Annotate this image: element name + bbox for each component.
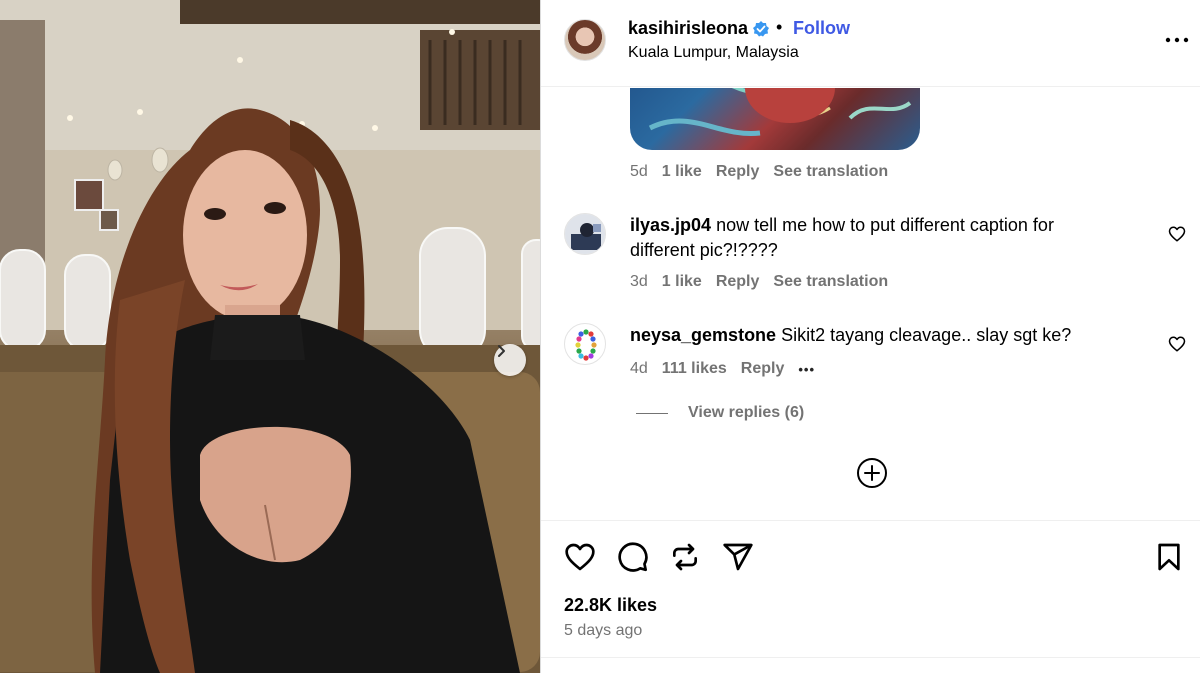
comment-sticker-image (630, 88, 920, 150)
comment-icon[interactable] (617, 541, 649, 573)
view-replies-divider (636, 412, 668, 414)
bookmark-icon[interactable] (1153, 541, 1185, 573)
comment-reply-button[interactable]: Reply (716, 273, 760, 291)
comment-body: ilyas.jp04 now tell me how to put differ… (630, 213, 1100, 263)
comments-list[interactable]: 5d 1 like Reply See translation ilyas.jp… (541, 88, 1200, 520)
share-icon[interactable] (722, 541, 754, 573)
author-avatar[interactable] (564, 19, 606, 61)
commenter-username[interactable]: ilyas.jp04 (630, 215, 711, 235)
comment-like-count[interactable]: 111 likes (662, 360, 727, 378)
verified-badge-icon (753, 21, 769, 37)
post-actions: 22.8K likes 5 days ago (541, 520, 1200, 658)
heart-icon[interactable] (564, 541, 596, 573)
author-username[interactable]: kasihirisleona (628, 18, 748, 39)
post-photo[interactable] (0, 0, 540, 673)
see-translation-button[interactable]: See translation (773, 163, 888, 181)
comment-like-heart-icon[interactable] (1168, 225, 1186, 243)
comment-body: neysa_gemstone Sikit2 tayang cleavage.. … (630, 323, 1100, 348)
post-side-panel: kasihirisleona • Follow Kuala Lumpur, Ma… (540, 0, 1200, 673)
view-replies-button[interactable]: View replies (6) (636, 404, 804, 422)
commenter-avatar[interactable] (564, 323, 606, 365)
comment-meta: 5d 1 like Reply See translation (630, 163, 888, 181)
repost-icon[interactable] (669, 541, 701, 573)
header-separator: • (776, 17, 783, 37)
comment-like-heart-icon[interactable] (1168, 335, 1186, 353)
comment-like-count[interactable]: 1 like (662, 273, 702, 291)
commenter-username[interactable]: neysa_gemstone (630, 325, 776, 345)
comment-text: Sikit2 tayang cleavage.. slay sgt ke? (781, 325, 1072, 345)
post-timestamp[interactable]: 5 days ago (564, 622, 642, 640)
comment-time[interactable]: 5d (630, 163, 648, 181)
comment-meta: 4d 111 likes Reply ••• (630, 360, 815, 378)
comment-more-options-icon[interactable]: ••• (798, 362, 815, 377)
photo-illustration (0, 0, 540, 673)
post-like-count[interactable]: 22.8K likes (564, 595, 657, 616)
post-location[interactable]: Kuala Lumpur, Malaysia (628, 44, 799, 62)
see-translation-button[interactable]: See translation (773, 273, 888, 291)
commenter-avatar[interactable] (564, 213, 606, 255)
chevron-right-icon (498, 345, 505, 357)
comment-like-count[interactable]: 1 like (662, 163, 702, 181)
view-replies-label: View replies (6) (688, 404, 805, 421)
plus-circle-icon[interactable] (856, 457, 888, 489)
comment-reply-button[interactable]: Reply (741, 360, 785, 378)
comment-time[interactable]: 3d (630, 273, 648, 291)
comment-meta: 3d 1 like Reply See translation (630, 273, 888, 291)
comment-time[interactable]: 4d (630, 360, 648, 378)
follow-button[interactable]: Follow (793, 18, 850, 39)
next-photo-button[interactable] (494, 344, 526, 376)
comment-reply-button[interactable]: Reply (716, 163, 760, 181)
post-header: kasihirisleona • Follow Kuala Lumpur, Ma… (541, 0, 1200, 87)
more-options-icon[interactable] (1165, 36, 1189, 44)
